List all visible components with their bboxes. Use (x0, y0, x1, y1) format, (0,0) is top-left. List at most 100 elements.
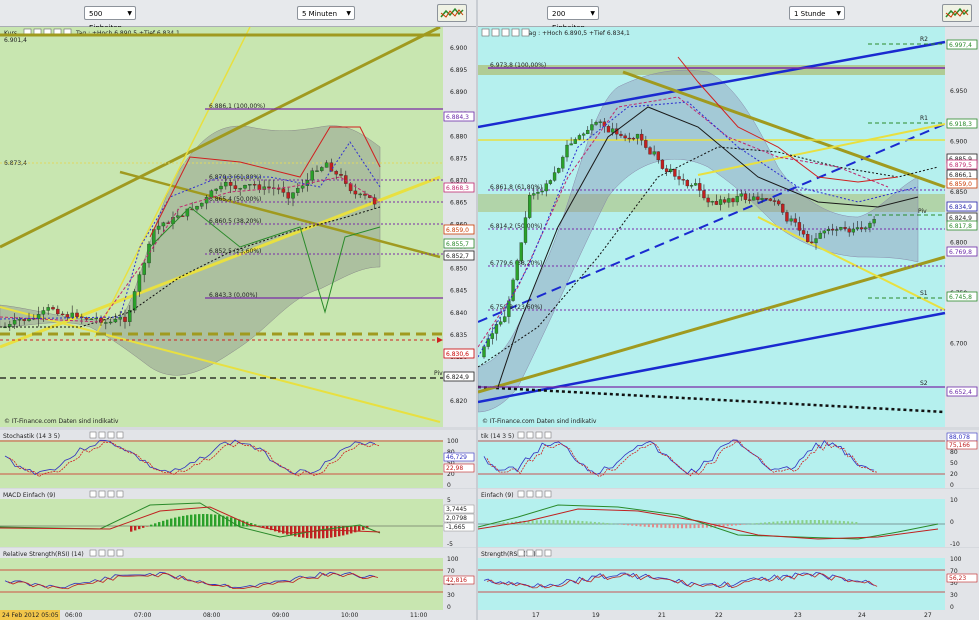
chevron-down-icon: ▼ (590, 10, 595, 17)
candle-body (490, 333, 494, 339)
macd-histogram-bar (618, 524, 621, 525)
x-axis-tick: 08:00 (203, 612, 220, 619)
candle-body (557, 168, 561, 173)
rsi-panel-plot (0, 558, 443, 610)
save-icon (517, 490, 525, 498)
macd-histogram-bar (138, 526, 141, 530)
stochastic-panel-tick: 80 (950, 449, 958, 456)
candle-body (681, 179, 685, 181)
watermark-text: © IT-Finance.com Daten sind indikativ (4, 418, 119, 425)
macd-histogram-bar (672, 524, 675, 529)
close-icon (526, 431, 534, 439)
candle-body (806, 234, 810, 243)
macd-histogram-bar (158, 522, 161, 527)
macd-histogram-bar (178, 516, 181, 527)
macd-histogram-bar (350, 526, 353, 534)
macd-histogram-bar (581, 521, 584, 525)
macd-histogram-bar (322, 526, 325, 539)
macd-histogram-bar (150, 524, 153, 527)
macd-histogram-bar (318, 526, 321, 539)
price-tag-text: 6.859,0 (949, 181, 972, 188)
fib-label: 6.886,1 (100,00%) (209, 103, 265, 110)
candle-body (41, 310, 46, 315)
candle-body (864, 227, 868, 230)
candle-body (482, 346, 486, 358)
macd-histogram-bar (314, 526, 317, 539)
candle-body (219, 185, 223, 190)
macd-histogram-bar (622, 524, 625, 525)
macd-histogram-bar (739, 524, 742, 526)
rsi-value: 56,23 (949, 575, 966, 582)
right-units-select[interactable]: 200 Einheiten▼ (547, 6, 599, 32)
pivot-label: Piv (918, 208, 927, 215)
macd-histogram-bar (326, 526, 329, 539)
left-toolbar: 500 Einheiten▼ 5 Minuten ▼ (0, 0, 476, 32)
candle-body (868, 222, 872, 228)
candle-body (324, 162, 329, 168)
candle-body (776, 200, 781, 205)
macd-histogram-bar (602, 522, 605, 525)
settings-icon (535, 549, 543, 557)
candle-body (752, 196, 756, 201)
candle-body (56, 308, 60, 315)
candle-body (822, 230, 826, 234)
candle-body (656, 151, 660, 161)
macd-panel-title: MACD Einfach (9) (3, 492, 55, 499)
stoch-value: 88,078 (949, 434, 970, 441)
candle-body (640, 133, 644, 141)
macd-histogram-bar (556, 520, 559, 525)
macd-histogram-bar (190, 514, 193, 527)
macd-histogram-bar (552, 520, 555, 525)
candle-body (723, 199, 727, 203)
candle-body (569, 143, 573, 146)
macd-histogram-bar (834, 520, 837, 525)
candle-body (515, 260, 519, 281)
pivot-label: R1 (920, 115, 928, 122)
candle-body (714, 201, 719, 205)
macd-panel-tick: 5 (447, 497, 451, 504)
macd-histogram-bar (162, 520, 165, 527)
candle-body (760, 198, 764, 200)
chevron-down-icon: ▼ (127, 10, 132, 17)
candle-body (830, 228, 835, 231)
macd-histogram-bar (681, 524, 684, 529)
candle-body (296, 188, 300, 193)
wrench-icon (511, 28, 520, 37)
macd-histogram-bar (170, 518, 173, 527)
candle-body (814, 238, 818, 244)
macd-histogram-bar (282, 526, 285, 534)
candle-body (339, 174, 343, 176)
candle-body (214, 188, 218, 191)
settings-icon (535, 490, 543, 498)
macd-histogram-bar (772, 521, 775, 525)
candle-body (503, 316, 507, 322)
left-units-select[interactable]: 500 Einheiten▼ (84, 6, 136, 32)
stochastic-panel-tick: 100 (447, 438, 459, 445)
right-chart-area[interactable]: Tag : +Hoch 6.890,5 +Tief 6.834,1 © IT-Fi… (478, 27, 979, 620)
stoch-value: 46,729 (446, 454, 467, 461)
candle-body (12, 319, 17, 325)
stochastic-panel-title: Stochastik (14 3 5) (3, 433, 60, 440)
left-chart-area[interactable]: Kurs Tag : +Hoch 6.890,5 +Tief 6.834,16.9… (0, 27, 476, 620)
macd-histogram-bar (535, 520, 538, 525)
fib-label: 6.861,8 (61,80%) (490, 184, 542, 191)
olive-top-band (478, 65, 945, 75)
fib-label: 6.843,3 (0,00%) (209, 292, 258, 299)
macd-histogram-bar (548, 520, 551, 525)
save-icon (89, 431, 97, 439)
macd-histogram-bar (647, 524, 650, 528)
left-interval-select[interactable]: 5 Minuten ▼ (297, 6, 355, 20)
logo-graphic (945, 7, 969, 18)
candle-body (565, 144, 569, 158)
settings-icon (107, 431, 115, 439)
macd-histogram-bar (722, 524, 725, 527)
wrench-icon (116, 549, 124, 557)
macd-histogram-bar (743, 524, 746, 525)
y-axis-tick: 6.845 (450, 288, 467, 295)
right-interval-select[interactable]: 1 Stunde ▼ (789, 6, 845, 20)
macd-histogram-bar (759, 522, 762, 525)
candle-body (839, 227, 843, 230)
close-icon (98, 490, 106, 498)
stochastic-panel-title: tik (14 3 5) (481, 433, 514, 440)
rsi-panel-plot (478, 558, 945, 610)
